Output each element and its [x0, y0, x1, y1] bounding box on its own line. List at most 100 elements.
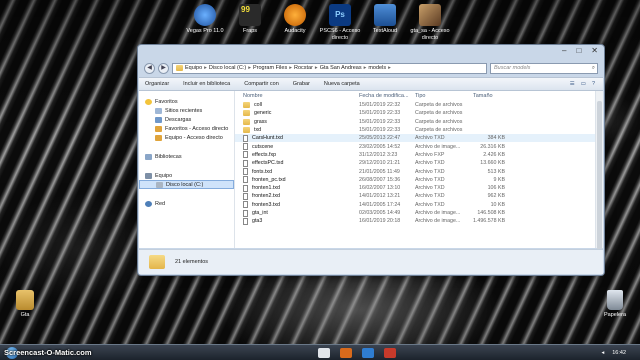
- breadcrumb-local-disk[interactable]: Disco local (C:): [209, 65, 246, 71]
- search-icon: ⌕: [591, 64, 595, 71]
- file-row[interactable]: fonts.txd 21/01/2005 11:49 Archivo TXD 513 …: [235, 167, 603, 176]
- vertical-scrollbar[interactable]: [595, 91, 603, 251]
- column-type[interactable]: Tipo: [415, 93, 473, 99]
- file-row[interactable]: coll 15/01/2019 22:32 Carpeta de archivos: [235, 101, 603, 109]
- details-pane: 21 elementos: [139, 249, 603, 274]
- breadcrumb-gta-san-andreas[interactable]: Gta San Andreas: [320, 65, 362, 71]
- burn-button[interactable]: Grabar: [293, 81, 310, 87]
- minimize-icon[interactable]: –: [562, 47, 566, 55]
- file-type: Carpeta de archivos: [415, 102, 463, 109]
- gta-sa-shortcut[interactable]: gta_sa - Acceso directo: [405, 4, 455, 42]
- file-row[interactable]: fronten1.txd 16/02/2007 13:10 Archivo TXD 1…: [235, 184, 603, 192]
- file-row[interactable]: fronten2.txd 14/01/2012 13:21 Archivo TXD 9…: [235, 192, 603, 200]
- breadcrumb-program-files[interactable]: Program Files: [253, 65, 287, 71]
- column-size[interactable]: Tamaño: [473, 93, 505, 99]
- file-row[interactable]: CarsHunt.txd 25/05/2013 22:47 Archivo TXD 3…: [235, 134, 603, 143]
- back-button[interactable]: ◀: [144, 62, 155, 74]
- file-row[interactable]: grass 15/01/2019 22:33 Carpeta de archivos: [235, 118, 603, 126]
- audacity-icon: [284, 4, 306, 26]
- nav-favorites-shortcut[interactable]: Favoritos - Acceso directo: [139, 124, 234, 133]
- preview-pane-icon[interactable]: ▭: [581, 81, 586, 87]
- file-row[interactable]: gta3 16/01/2019 20:18 Archivo de image... 1…: [235, 217, 603, 225]
- nav-network[interactable]: Red: [139, 199, 234, 208]
- file-row[interactable]: txd 15/01/2019 22:33 Carpeta de archivos: [235, 126, 603, 134]
- search-placeholder: Buscar models: [494, 64, 531, 71]
- photoshop-shortcut[interactable]: Ps PSCS6 - Acceso directo: [315, 4, 365, 42]
- nav-libraries[interactable]: Bibliotecas: [139, 152, 234, 161]
- audacity-shortcut[interactable]: Audacity: [270, 4, 320, 35]
- file-type: Archivo de image...: [415, 143, 461, 150]
- fraps-shortcut[interactable]: 99 Fraps: [225, 4, 275, 35]
- taskbar: ◂ 16:42: [0, 344, 640, 360]
- desktop-icon-label: Gta: [20, 312, 30, 318]
- nav-label: Disco local (C:): [166, 181, 204, 188]
- file-name: fronten1.txd: [252, 185, 280, 192]
- file-type: Archivo TXD: [415, 168, 445, 175]
- file-row[interactable]: generic 15/01/2019 22:33 Carpeta de archiv…: [235, 109, 603, 117]
- explorer-taskbar-icon[interactable]: [318, 347, 330, 358]
- nav-local-disk[interactable]: Disco local (C:): [139, 180, 234, 189]
- close-icon[interactable]: ✕: [591, 47, 598, 55]
- media-taskbar-icon[interactable]: [362, 347, 374, 358]
- gta-folder-shortcut[interactable]: Gta: [0, 290, 50, 319]
- file-size: 962 KB: [487, 193, 505, 200]
- search-input[interactable]: Buscar models ⌕: [490, 62, 598, 74]
- star-icon: [145, 98, 152, 105]
- column-name[interactable]: Nombre: [243, 93, 359, 99]
- nav-computer-shortcut[interactable]: Equipo - Acceso directo: [139, 133, 234, 142]
- file-icon: [243, 151, 248, 159]
- nav-computer[interactable]: Equipo: [139, 171, 234, 180]
- file-type: Archivo TXD: [415, 135, 445, 142]
- nav-label: Favoritos - Acceso directo: [165, 125, 229, 132]
- file-name: cutscene: [252, 143, 274, 150]
- maximize-icon[interactable]: □: [576, 47, 581, 55]
- file-name: txd: [254, 127, 262, 134]
- address-bar[interactable]: Equipo ▸ Disco local (C:) ▸ Program Files ▸…: [172, 62, 487, 74]
- vegas-pro-shortcut[interactable]: Vegas Pro 11.0: [180, 4, 230, 35]
- scrollbar-thumb[interactable]: [597, 101, 602, 251]
- recycle-bin-shortcut[interactable]: Papelera: [590, 290, 640, 319]
- new-folder-button[interactable]: Nueva carpeta: [324, 81, 360, 87]
- vegas-pro-icon: [194, 4, 216, 26]
- shortcut-icon: [155, 134, 162, 141]
- system-tray: ◂ 16:42: [601, 350, 640, 356]
- file-row[interactable]: effects.fxp 31/12/2012 3:23 Archivo FXP 2.4…: [235, 151, 603, 159]
- help-icon[interactable]: ?: [592, 81, 595, 87]
- file-row[interactable]: fronten_pc.txd 26/08/2007 15:36 Archivo TX…: [235, 176, 603, 184]
- breadcrumb-rocstar[interactable]: Rocstar: [294, 65, 313, 71]
- textaloud-shortcut[interactable]: TextAloud: [360, 4, 410, 35]
- organize-button[interactable]: Organizar: [145, 81, 169, 87]
- firefox-taskbar-icon[interactable]: [340, 347, 352, 358]
- breadcrumb-equipo[interactable]: Equipo: [185, 65, 202, 71]
- downloads-icon: [155, 116, 162, 123]
- library-icon: [145, 153, 152, 160]
- nav-downloads[interactable]: Descargas: [139, 115, 234, 124]
- desktop-icon-label: gta_sa - Acceso directo: [410, 28, 450, 41]
- desktop-icon-label: PSCS6 - Acceso directo: [319, 28, 361, 41]
- view-options-icon[interactable]: ☰: [570, 81, 575, 87]
- nav-recent-places[interactable]: Sitios recientes: [139, 106, 234, 115]
- file-row[interactable]: fronten3.txd 14/01/2005 17:24 Archivo TXD 1…: [235, 201, 603, 209]
- include-library-button[interactable]: Incluir en biblioteca: [183, 81, 230, 87]
- breadcrumb-models[interactable]: models: [368, 65, 386, 71]
- desktop-icon-label: Fraps: [242, 28, 258, 34]
- file-name: CarsHunt.txd: [252, 135, 283, 142]
- file-date: 15/01/2019 22:33: [359, 127, 401, 134]
- recorder-taskbar-icon[interactable]: [384, 347, 396, 358]
- file-row[interactable]: effectsPC.txd 29/12/2010 21:21 Archivo TXD…: [235, 159, 603, 167]
- clock[interactable]: 16:42: [612, 350, 626, 356]
- file-icon: [243, 209, 248, 217]
- column-date[interactable]: Fecha de modifica...: [359, 93, 415, 99]
- share-button[interactable]: Compartir con: [244, 81, 279, 87]
- file-row[interactable]: cutscene 23/02/2005 14:52 Archivo de image…: [235, 142, 603, 151]
- volume-icon[interactable]: ◂: [601, 350, 604, 356]
- forward-button[interactable]: ▶: [158, 62, 169, 74]
- recent-places-icon: [155, 107, 162, 114]
- desktop-icon-label: Vegas Pro 11.0: [186, 28, 224, 34]
- file-type: Archivo TXD: [415, 160, 445, 167]
- explorer-window[interactable]: – □ ✕ ◀ ▶ Equipo ▸ Disco local (C:) ▸ Prog…: [137, 44, 605, 276]
- nav-favorites[interactable]: Favoritos: [139, 97, 234, 106]
- file-size: 1.496.578 KB: [473, 218, 506, 225]
- file-row[interactable]: gta_int 02/03/2005 14:49 Archivo de image.…: [235, 209, 603, 217]
- window-titlebar[interactable]: – □ ✕: [138, 45, 604, 57]
